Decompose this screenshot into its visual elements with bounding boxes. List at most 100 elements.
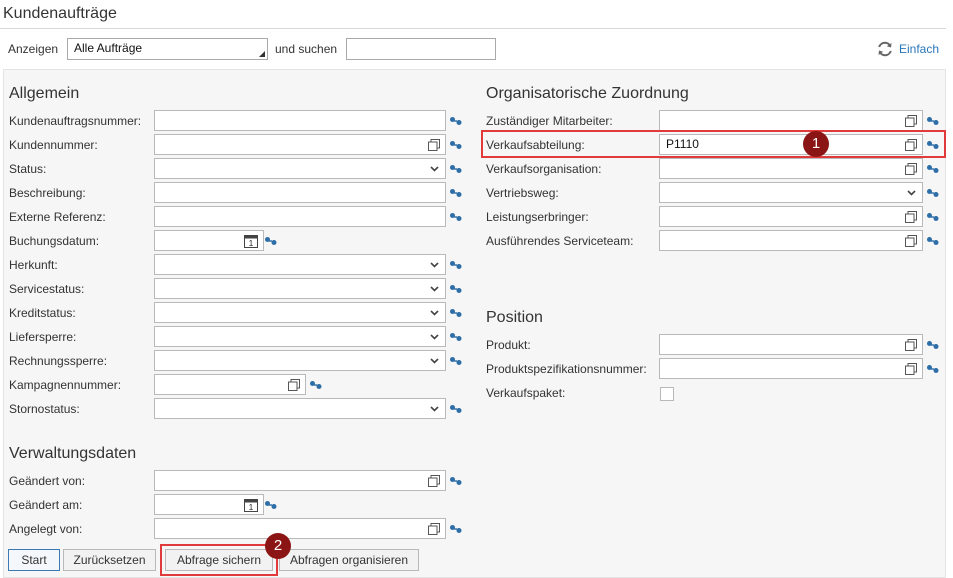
range-operator-icon[interactable] <box>449 308 463 318</box>
produktspezifikationsnummer-input[interactable] <box>659 358 923 379</box>
label-status: Status: <box>9 162 47 176</box>
label-liefersperre: Liefersperre: <box>9 330 77 344</box>
kundennummer-input[interactable] <box>154 134 446 155</box>
geaendert-am-input[interactable]: 1 <box>154 494 264 515</box>
range-operator-icon[interactable] <box>449 140 463 150</box>
label-produkt: Produkt: <box>486 338 531 352</box>
verkaufspaket-checkbox[interactable] <box>660 387 674 401</box>
value-help-icon[interactable] <box>905 163 917 175</box>
label-kreditstatus: Kreditstatus: <box>9 306 76 320</box>
label-zustaendiger-mitarbeiter: Zuständiger Mitarbeiter: <box>486 114 613 128</box>
kundenauftragsnummer-input[interactable] <box>154 110 446 131</box>
reset-button[interactable]: Zurücksetzen <box>63 549 156 571</box>
range-operator-icon[interactable] <box>264 500 278 510</box>
label-verkaufsorganisation: Verkaufsorganisation: <box>486 162 602 176</box>
label-ausfuehrendes-serviceteam: Ausführendes Serviceteam: <box>486 234 634 248</box>
value-help-icon[interactable] <box>428 475 440 487</box>
stornostatus-select[interactable] <box>154 398 446 419</box>
range-operator-icon[interactable] <box>926 188 940 198</box>
value-help-icon[interactable] <box>905 211 917 223</box>
verkaufsorganisation-input[interactable] <box>659 158 923 179</box>
leistungserbringer-input[interactable] <box>659 206 923 227</box>
show-select[interactable]: Alle Aufträge <box>67 38 268 60</box>
search-input[interactable] <box>346 38 496 60</box>
value-help-icon[interactable] <box>905 339 917 351</box>
range-operator-icon[interactable] <box>926 116 940 126</box>
value-help-icon[interactable] <box>905 235 917 247</box>
range-operator-icon[interactable] <box>449 332 463 342</box>
servicestatus-select[interactable] <box>154 278 446 299</box>
value-help-icon[interactable] <box>905 115 917 127</box>
range-operator-icon[interactable] <box>449 164 463 174</box>
range-operator-icon[interactable] <box>449 116 463 126</box>
range-operator-icon[interactable] <box>926 164 940 174</box>
page-title: Kundenaufträge <box>3 5 117 22</box>
show-select-value: Alle Aufträge <box>74 41 143 55</box>
label-beschreibung: Beschreibung: <box>9 186 86 200</box>
label-geaendert-am: Geändert am: <box>9 498 83 512</box>
value-help-icon[interactable] <box>428 523 440 535</box>
resize-corner-icon <box>259 51 265 57</box>
range-operator-icon[interactable] <box>309 380 323 390</box>
chevron-down-icon <box>430 334 439 340</box>
label-verkaufspaket: Verkaufspaket: <box>486 386 566 400</box>
chevron-down-icon <box>430 406 439 412</box>
zustaendiger-mitarbeiter-input[interactable] <box>659 110 923 131</box>
svg-text:1: 1 <box>249 503 254 512</box>
range-operator-icon[interactable] <box>449 476 463 486</box>
externe-referenz-input[interactable] <box>154 206 446 227</box>
show-label: Anzeigen <box>8 42 59 56</box>
produkt-input[interactable] <box>659 334 923 355</box>
org-heading: Organisatorische Zuordnung <box>486 85 689 102</box>
admin-heading: Verwaltungsdaten <box>9 445 137 462</box>
label-leistungserbringer: Leistungserbringer: <box>486 210 589 224</box>
simple-link[interactable]: Einfach <box>899 42 939 56</box>
range-operator-icon[interactable] <box>449 404 463 414</box>
label-stornostatus: Stornostatus: <box>9 402 80 416</box>
calendar-icon[interactable]: 1 <box>244 234 258 248</box>
herkunft-select[interactable] <box>154 254 446 275</box>
kampagnennummer-input[interactable] <box>154 374 306 395</box>
chevron-down-icon <box>430 310 439 316</box>
kreditstatus-select[interactable] <box>154 302 446 323</box>
range-operator-icon[interactable] <box>449 212 463 222</box>
callout-badge-1: 1 <box>803 131 829 157</box>
range-operator-icon[interactable] <box>926 212 940 222</box>
organize-queries-button[interactable]: Abfragen organisieren <box>279 549 419 571</box>
title-divider <box>0 28 946 29</box>
rechnungssperre-select[interactable] <box>154 350 446 371</box>
range-operator-icon[interactable] <box>926 340 940 350</box>
svg-text:1: 1 <box>249 239 254 248</box>
refresh-icon[interactable] <box>876 40 894 58</box>
value-help-icon[interactable] <box>288 379 300 391</box>
position-heading: Position <box>486 309 543 326</box>
chevron-down-icon <box>430 262 439 268</box>
range-operator-icon[interactable] <box>449 188 463 198</box>
value-help-icon[interactable] <box>905 363 917 375</box>
vertriebsweg-select[interactable] <box>659 182 923 203</box>
range-operator-icon[interactable] <box>449 356 463 366</box>
range-operator-icon[interactable] <box>449 260 463 270</box>
range-operator-icon[interactable] <box>449 284 463 294</box>
value-help-icon[interactable] <box>428 139 440 151</box>
range-operator-icon[interactable] <box>449 524 463 534</box>
ausfuehrendes-serviceteam-input[interactable] <box>659 230 923 251</box>
start-button[interactable]: Start <box>8 549 60 571</box>
buchungsdatum-input[interactable]: 1 <box>154 230 264 251</box>
callout-badge-2: 2 <box>265 533 291 559</box>
liefersperre-select[interactable] <box>154 326 446 347</box>
angelegt-von-input[interactable] <box>154 518 446 539</box>
beschreibung-input[interactable] <box>154 182 446 203</box>
geaendert-von-input[interactable] <box>154 470 446 491</box>
label-kundenauftragsnummer: Kundenauftragsnummer: <box>9 114 142 128</box>
calendar-icon[interactable]: 1 <box>244 498 258 512</box>
range-operator-icon[interactable] <box>264 236 278 246</box>
range-operator-icon[interactable] <box>926 364 940 374</box>
label-geaendert-von: Geändert von: <box>9 474 86 488</box>
highlight-box-verkaufsabteilung <box>481 130 946 158</box>
label-herkunft: Herkunft: <box>9 258 58 272</box>
label-buchungsdatum: Buchungsdatum: <box>9 234 100 248</box>
status-select[interactable] <box>154 158 446 179</box>
general-heading: Allgemein <box>9 85 80 102</box>
range-operator-icon[interactable] <box>926 236 940 246</box>
